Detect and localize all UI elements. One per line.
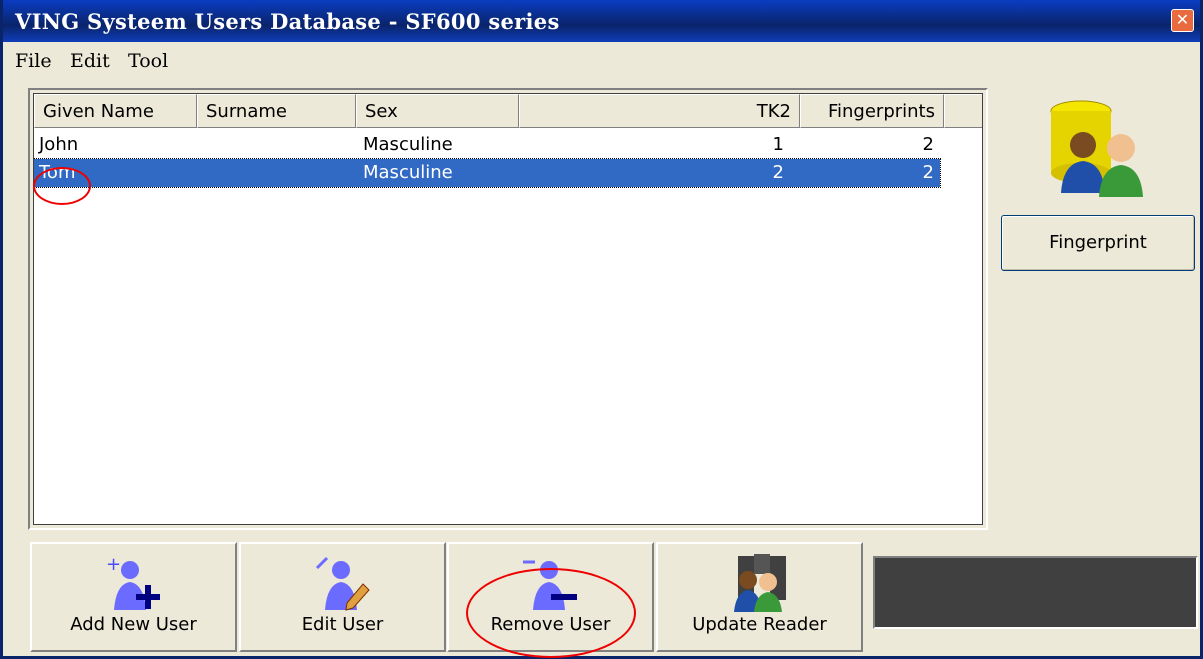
list-header: Given Name Surname Sex TK2 Fingerprints	[34, 94, 982, 130]
update-reader-label: Update Reader	[692, 614, 827, 635]
table-row[interactable]: John Masculine 1 2	[34, 131, 940, 159]
fingerprint-button[interactable]: Fingerprint	[1001, 215, 1195, 271]
update-reader-button[interactable]: Update Reader	[656, 542, 863, 652]
users-list-frame: Given Name Surname Sex TK2 Fingerprints …	[28, 88, 988, 530]
close-button[interactable]: ✕	[1171, 9, 1194, 32]
annotation-circle-remove-user	[466, 568, 636, 658]
column-sex[interactable]: Sex	[356, 94, 519, 128]
users-database-icon	[1043, 93, 1153, 203]
cell-sex: Masculine	[363, 162, 453, 183]
cell-given-name: John	[39, 134, 79, 155]
menu-edit[interactable]: Edit	[70, 50, 110, 72]
users-list[interactable]: Given Name Surname Sex TK2 Fingerprints …	[33, 93, 983, 525]
cell-fingerprints: 2	[922, 162, 934, 183]
menu-file[interactable]: File	[15, 50, 52, 72]
column-given-name[interactable]: Given Name	[34, 94, 197, 128]
cell-tk2: 2	[772, 162, 784, 183]
svg-text:+: +	[106, 554, 121, 575]
annotation-circle-tom	[33, 167, 91, 205]
add-user-button[interactable]: + Add New User	[30, 542, 237, 652]
add-user-label: Add New User	[70, 614, 197, 635]
fingerprint-button-label: Fingerprint	[1049, 232, 1147, 253]
column-fingerprints[interactable]: Fingerprints	[800, 94, 944, 128]
menu-bar: File Edit Tool	[3, 42, 1200, 78]
column-surname[interactable]: Surname	[197, 94, 356, 128]
column-filler	[944, 94, 982, 128]
update-reader-icon	[730, 554, 790, 614]
cell-fingerprints: 2	[922, 134, 934, 155]
close-icon: ✕	[1175, 10, 1190, 29]
cell-sex: Masculine	[363, 134, 453, 155]
edit-user-button[interactable]: Edit User	[239, 542, 446, 652]
table-row-selected[interactable]: Tom Masculine 2 2	[34, 158, 941, 188]
status-panel	[873, 556, 1198, 629]
menu-tool[interactable]: Tool	[128, 50, 168, 72]
edit-user-label: Edit User	[301, 614, 384, 635]
window-title: VING Systeem Users Database - SF600 seri…	[15, 9, 560, 34]
title-bar[interactable]: VING Systeem Users Database - SF600 seri…	[3, 0, 1200, 42]
add-user-icon: +	[104, 554, 164, 614]
edit-user-icon	[313, 554, 373, 614]
cell-tk2: 1	[772, 134, 784, 155]
app-window: VING Systeem Users Database - SF600 seri…	[0, 0, 1203, 659]
column-tk2[interactable]: TK2	[519, 94, 800, 128]
